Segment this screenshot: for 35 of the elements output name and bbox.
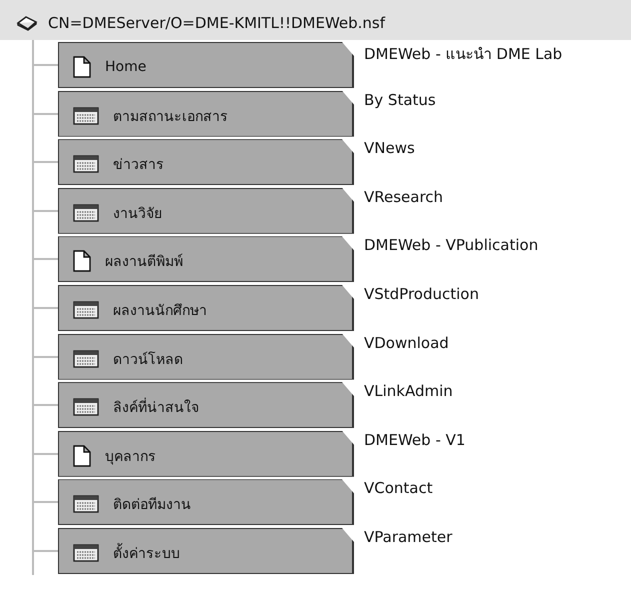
database-title: CN=DMEServer/O=DME-KMITL!!DMEWeb.nsf: [48, 14, 386, 32]
view-icon: [73, 350, 99, 368]
outline-entry[interactable]: ผลงานนักศึกษา: [58, 284, 354, 331]
view-icon: [73, 204, 99, 222]
target-label: VDownload: [364, 334, 449, 352]
outline-entry[interactable]: ติดต่อทีมงาน: [58, 479, 354, 526]
target-label: DMEWeb - แนะนำ DME Lab: [364, 44, 562, 65]
outline-entry[interactable]: ลิงค์ที่น่าสนใจ: [58, 382, 354, 428]
page-icon: [73, 444, 91, 467]
target-label: VContact: [364, 479, 433, 498]
outline-entry[interactable]: บุคลากร: [58, 430, 354, 477]
page-icon: [73, 56, 91, 78]
page-icon: [73, 250, 91, 272]
outline-entry[interactable]: ตามสถานะเอกสาร: [58, 90, 354, 137]
outline-entry[interactable]: ข่าวสาร: [58, 139, 354, 186]
target-label: DMEWeb - VPublication: [364, 236, 538, 254]
view-icon: [73, 495, 99, 514]
view-icon: [73, 155, 99, 174]
target-label: DMEWeb - V1: [364, 430, 466, 449]
database-icon: [16, 15, 38, 31]
view-icon: [73, 106, 99, 125]
outline-entry[interactable]: Home: [58, 42, 354, 88]
target-label: VLinkAdmin: [364, 382, 453, 400]
target-label: VStdProduction: [364, 284, 479, 303]
view-icon: [73, 398, 99, 416]
view-icon: [73, 300, 99, 319]
view-icon: [73, 544, 99, 562]
outline-entry[interactable]: ผลงานตีพิมพ์: [58, 236, 354, 282]
target-label: By Status: [364, 90, 436, 109]
target-label: VNews: [364, 139, 415, 158]
target-label: VParameter: [364, 528, 452, 546]
outline-entry[interactable]: ตั้งค่าระบบ: [58, 528, 354, 574]
target-label: VResearch: [364, 188, 444, 206]
outline-entry[interactable]: งานวิจัย: [58, 188, 354, 234]
outline-entry[interactable]: ดาวน์โหลด: [58, 334, 354, 380]
